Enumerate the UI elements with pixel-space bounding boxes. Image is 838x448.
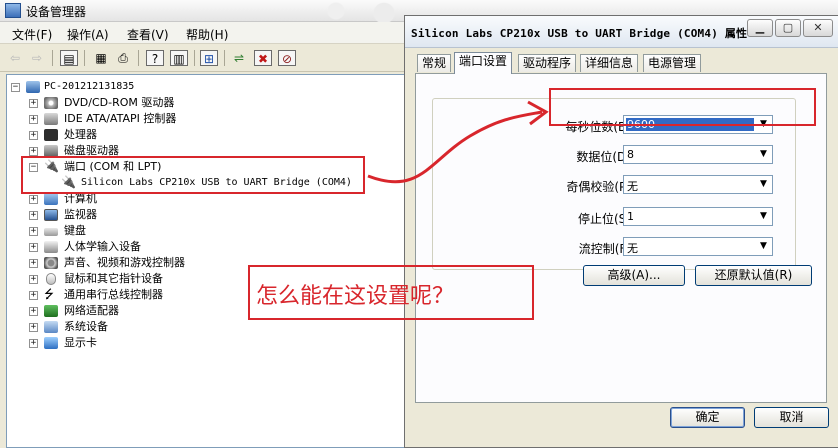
annotation-text: 怎么能在这设置呢？ [256, 284, 455, 309]
annotation-arrow [367, 100, 549, 184]
arrow-line [367, 110, 543, 184]
tab-port-settings[interactable]: 端口设置 [454, 52, 513, 74]
